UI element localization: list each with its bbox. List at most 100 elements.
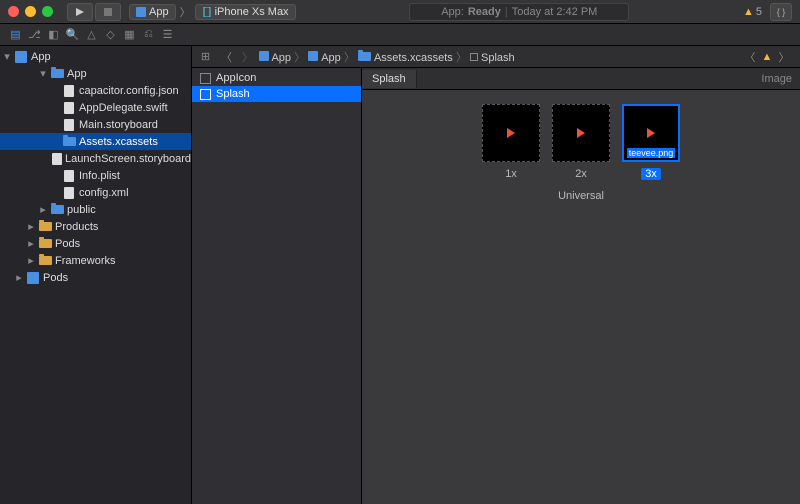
- file-tree-item[interactable]: ▸Frameworks: [0, 252, 191, 269]
- file-tree-item[interactable]: ▾ App: [0, 65, 191, 82]
- file-icon: [62, 119, 76, 131]
- zoom-window-button[interactable]: [42, 6, 53, 17]
- disclosure-triangle-icon[interactable]: ▾: [38, 67, 48, 80]
- run-controls: [67, 3, 121, 21]
- file-tree-item[interactable]: LaunchScreen.storyboard: [0, 150, 191, 167]
- file-icon: [62, 102, 76, 114]
- editor-tab[interactable]: Splash: [362, 70, 417, 88]
- file-icon: [62, 136, 76, 148]
- activity-status: App: Ready | Today at 2:42 PM: [296, 3, 743, 21]
- file-label: LaunchScreen.storyboard: [65, 153, 191, 165]
- file-tree-item[interactable]: AppDelegate.swift: [0, 99, 191, 116]
- file-tree-item[interactable]: Assets.xcassets: [0, 133, 191, 150]
- run-button[interactable]: [67, 3, 93, 21]
- report-navigator-icon[interactable]: ☰: [159, 27, 176, 43]
- related-items-icon[interactable]: ⊞: [197, 49, 214, 65]
- disclosure-triangle-icon[interactable]: ▸: [38, 203, 48, 216]
- file-label: App: [67, 68, 87, 80]
- file-icon: [52, 153, 62, 165]
- navigator-selector-bar: ▤ ⎇ ◧ 🔍 △ ◇ ▦ ⎌ ☰: [0, 24, 800, 46]
- file-label: config.xml: [79, 187, 129, 199]
- file-label: Assets.xcassets: [79, 136, 158, 148]
- file-tree-item[interactable]: ▸ Products: [0, 218, 191, 235]
- file-tree-item[interactable]: ▸ public: [0, 201, 191, 218]
- imageset-icon: [200, 89, 211, 100]
- stop-button[interactable]: [95, 3, 121, 21]
- splash-image-icon: [647, 128, 655, 138]
- file-icon: [50, 68, 64, 80]
- project-root[interactable]: ▾ App: [0, 48, 191, 65]
- source-control-navigator-icon[interactable]: ⎇: [26, 27, 43, 43]
- file-tree-item[interactable]: ▸ Pods: [0, 235, 191, 252]
- file-label: capacitor.config.json: [79, 85, 179, 97]
- breadcrumb-bar: ⊞ 〈 〉 App 〉 App 〉 Assets.xcassets 〉 Spla…: [192, 46, 800, 68]
- file-icon: [38, 238, 52, 250]
- file-tree-item[interactable]: ▸ Pods: [0, 269, 191, 286]
- jump-forward-icon[interactable]: 〉: [776, 50, 792, 64]
- status-state: Ready: [468, 6, 501, 18]
- back-button[interactable]: 〈: [218, 49, 235, 65]
- asset-kind-label: Image: [761, 73, 792, 85]
- project-navigator: ▾ App ▾ App capacitor.config.json AppDelega…: [0, 46, 192, 504]
- asset-editor: Splash Image 1x2xteevee.png3x Universal: [362, 68, 800, 504]
- file-icon: [62, 187, 76, 199]
- asset-label: Splash: [216, 88, 250, 100]
- code-review-button[interactable]: { }: [770, 3, 792, 21]
- target-icon: [136, 7, 146, 17]
- disclosure-triangle-icon[interactable]: ▸: [14, 271, 24, 284]
- disclosure-triangle-icon[interactable]: ▾: [2, 50, 12, 63]
- file-label: public: [67, 204, 96, 216]
- project-root-label: App: [31, 51, 51, 63]
- file-icon: [38, 255, 52, 267]
- find-navigator-icon[interactable]: 🔍: [64, 27, 81, 43]
- asset-list-item[interactable]: Splash: [192, 86, 361, 102]
- image-well[interactable]: [552, 104, 610, 162]
- file-icon: [62, 170, 76, 182]
- file-label: Products: [55, 221, 98, 233]
- file-tree-item[interactable]: Main.storyboard: [0, 116, 191, 133]
- issue-jump-icon[interactable]: ▲: [759, 50, 775, 64]
- asset-list-item[interactable]: AppIcon: [192, 70, 361, 86]
- file-icon: [38, 221, 52, 233]
- warning-count: 5: [756, 6, 762, 18]
- device-icon: [202, 7, 212, 17]
- file-tree-item[interactable]: config.xml: [0, 184, 191, 201]
- close-window-button[interactable]: [8, 6, 19, 17]
- file-icon: [50, 204, 64, 216]
- debug-navigator-icon[interactable]: ▦: [121, 27, 138, 43]
- scheme-app-label: App: [149, 6, 169, 18]
- file-tree-item[interactable]: Info.plist: [0, 167, 191, 184]
- status-prefix: App:: [441, 6, 464, 18]
- breakpoint-navigator-icon[interactable]: ⎌: [140, 27, 157, 43]
- image-slot-column: teevee.png3x: [622, 104, 680, 180]
- issues-indicator[interactable]: ▲ 5: [743, 6, 762, 18]
- scheme-selector[interactable]: App 〉 iPhone Xs Max: [129, 4, 296, 20]
- image-slot-column: 1x: [482, 104, 540, 180]
- test-navigator-icon[interactable]: ◇: [102, 27, 119, 43]
- breadcrumb-path[interactable]: App 〉 App 〉 Assets.xcassets 〉 Splash: [259, 49, 515, 65]
- minimize-window-button[interactable]: [25, 6, 36, 17]
- scheme-device-label: iPhone Xs Max: [215, 6, 289, 18]
- disclosure-triangle-icon[interactable]: ▸: [26, 237, 36, 250]
- jump-back-icon[interactable]: 〈: [742, 50, 758, 64]
- file-label: Info.plist: [79, 170, 120, 182]
- disclosure-triangle-icon[interactable]: ▸: [26, 254, 36, 267]
- image-slot-column: 2x: [552, 104, 610, 180]
- file-label: Pods: [55, 238, 80, 250]
- scale-label: 1x: [505, 168, 517, 180]
- image-well[interactable]: [482, 104, 540, 162]
- project-navigator-icon[interactable]: ▤: [7, 27, 24, 43]
- title-bar: App 〉 iPhone Xs Max App: Ready | Today a…: [0, 0, 800, 24]
- issue-navigator-icon[interactable]: △: [83, 27, 100, 43]
- file-tree-item[interactable]: capacitor.config.json: [0, 82, 191, 99]
- asset-catalog-list: AppIcon Splash: [192, 68, 362, 504]
- disclosure-triangle-icon[interactable]: ▸: [26, 220, 36, 233]
- status-time: Today at 2:42 PM: [512, 6, 598, 18]
- image-well[interactable]: teevee.png: [622, 104, 680, 162]
- file-icon: [26, 272, 40, 284]
- file-label: Pods: [43, 272, 68, 284]
- warning-icon: ▲: [743, 6, 754, 18]
- symbol-navigator-icon[interactable]: ◧: [45, 27, 62, 43]
- scale-label: 2x: [575, 168, 587, 180]
- forward-button[interactable]: 〉: [239, 49, 256, 65]
